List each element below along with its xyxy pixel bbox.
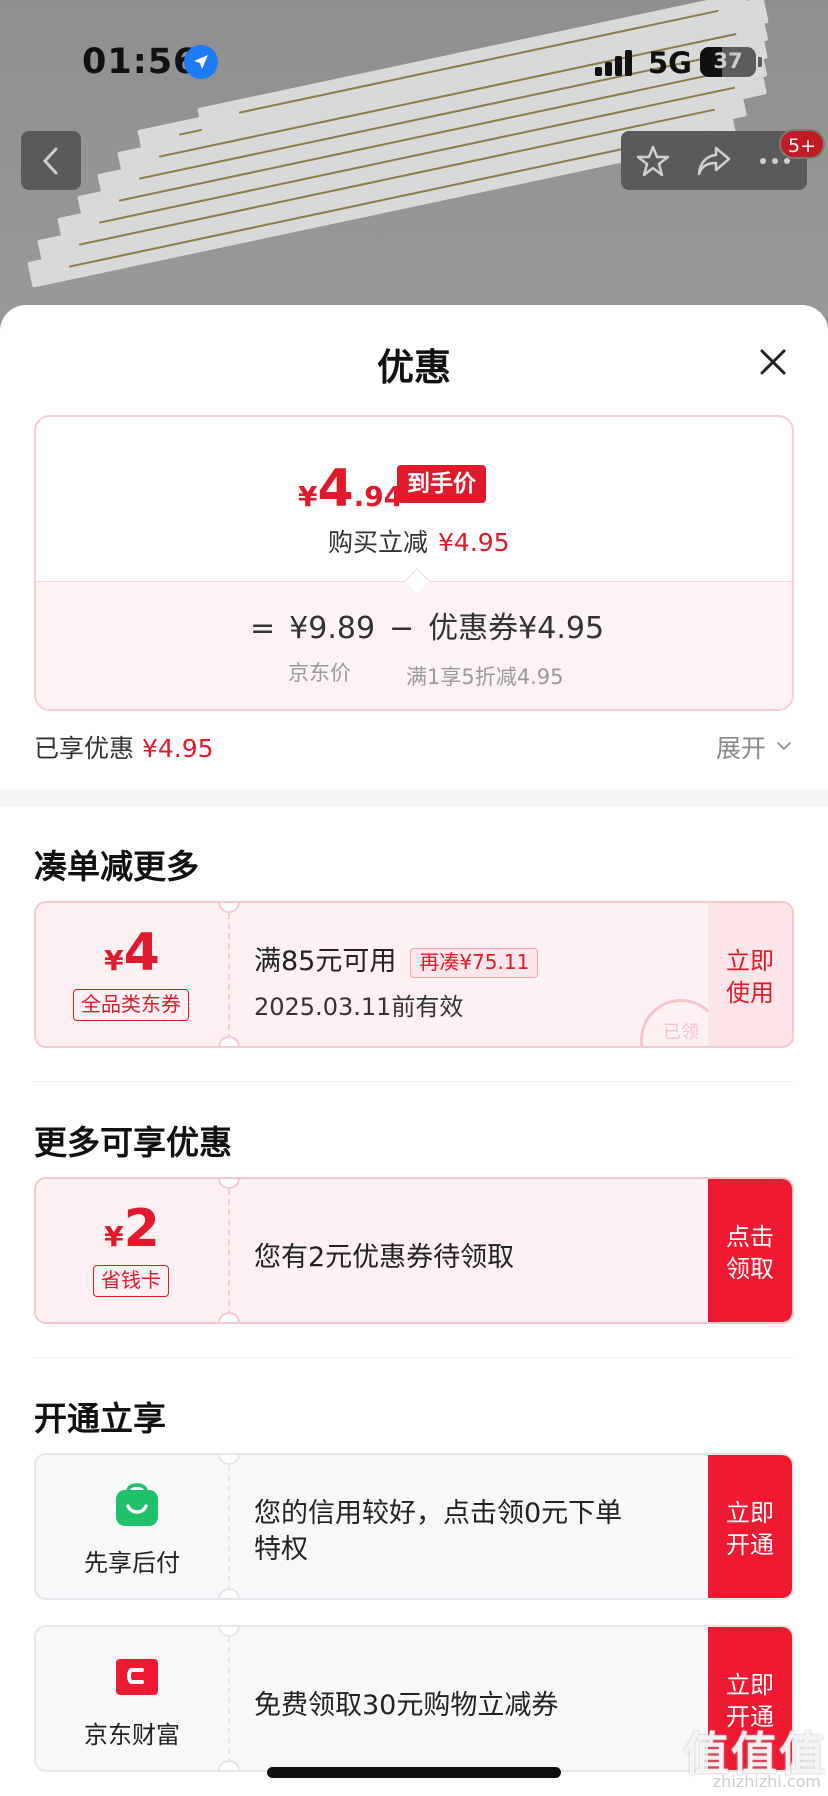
sheet-title: 优惠 <box>377 346 451 389</box>
divider <box>34 1357 794 1358</box>
clock: 01:56 <box>82 42 199 82</box>
coupon-desc: 您有2元优惠券待领取 <box>254 1242 515 1273</box>
coupon-amount: ¥4 <box>104 923 160 983</box>
final-price: ¥4.94 <box>298 459 404 519</box>
open-now-button[interactable]: 立即开通 <box>708 1455 792 1598</box>
claim-button[interactable]: 点击领取 <box>708 1179 792 1322</box>
need-more-tag: 再凑¥75.11 <box>410 947 539 978</box>
signal-icon <box>595 50 633 76</box>
section-title-more-discount: 更多可享优惠 <box>34 1123 232 1162</box>
coupon-condition: 满85元可用 再凑¥75.11 <box>254 939 539 978</box>
discount-sheet: 优惠 ¥4.94 到手价 购买立减 ¥4.95 = ¥9.89− 优惠券¥4.95 京… <box>0 305 828 1796</box>
battery-tip <box>758 57 762 67</box>
section-title-more-order: 凑单减更多 <box>34 847 199 886</box>
green-bag-icon <box>116 1483 158 1526</box>
network-type: 5G <box>648 46 692 80</box>
status-bar: 01:56 5G 37 <box>0 0 828 120</box>
coupon-card-order: ¥4 全品类东券 满85元可用 再凑¥75.11 2025.03.11前有效 已领… <box>34 901 794 1048</box>
section-title-open: 开通立享 <box>34 1399 166 1438</box>
coupon-type-tag: 省钱卡 <box>93 1265 169 1297</box>
expand-button[interactable]: 展开 <box>716 729 766 765</box>
close-button[interactable] <box>754 343 792 381</box>
section-divider <box>0 789 828 807</box>
chevron-down-icon[interactable] <box>776 738 792 754</box>
coupon-rule: 满1享5折减4.95 <box>406 665 564 689</box>
close-icon <box>760 349 786 375</box>
service-desc-line1: 您的信用较好，点击领0元下单 <box>254 1498 623 1529</box>
location-icon <box>184 45 218 79</box>
coupon-type-tag: 全品类东券 <box>73 989 189 1021</box>
final-price-tag: 到手价 <box>397 465 486 503</box>
service-label: 京东财富 <box>84 1721 180 1749</box>
service-desc-line2: 特权 <box>254 1534 308 1565</box>
chevron-left-icon <box>42 147 58 174</box>
back-button[interactable] <box>21 131 81 190</box>
service-desc-line1: 免费领取30元购物立减券 <box>254 1690 559 1721</box>
coupon-amount: ¥2 <box>104 1199 160 1259</box>
use-now-button[interactable]: 立即使用 <box>708 903 792 1046</box>
coupon-card-savings: ¥2 省钱卡 您有2元优惠券待领取 点击领取 <box>34 1177 794 1324</box>
instant-discount: 购买立减 ¥4.95 <box>328 528 510 557</box>
service-card-pay-later: 先享后付 您的信用较好，点击领0元下单 特权 立即开通 <box>34 1453 794 1600</box>
battery-icon: 37 <box>700 47 756 77</box>
coupon-valid-date: 2025.03.11前有效 <box>254 993 464 1021</box>
notification-badge: 5+ <box>779 129 826 159</box>
divider <box>34 1081 794 1082</box>
enjoyed-discount: 已享优惠 ¥4.95 <box>34 734 214 763</box>
share-icon[interactable] <box>696 143 732 179</box>
jd-price-label: 京东价 <box>288 661 351 685</box>
battery-level: 37 <box>713 49 743 73</box>
price-formula: = ¥9.89− 优惠券¥4.95 <box>250 611 605 646</box>
price-breakdown-card: ¥4.94 到手价 购买立减 ¥4.95 = ¥9.89− 优惠券¥4.95 京东价 … <box>34 415 794 711</box>
red-wallet-icon <box>116 1659 158 1695</box>
home-indicator[interactable] <box>267 1767 561 1778</box>
star-icon[interactable] <box>635 143 671 179</box>
watermark-url: zhizhizhi.com <box>712 1772 821 1791</box>
service-label: 先享后付 <box>84 1549 180 1577</box>
